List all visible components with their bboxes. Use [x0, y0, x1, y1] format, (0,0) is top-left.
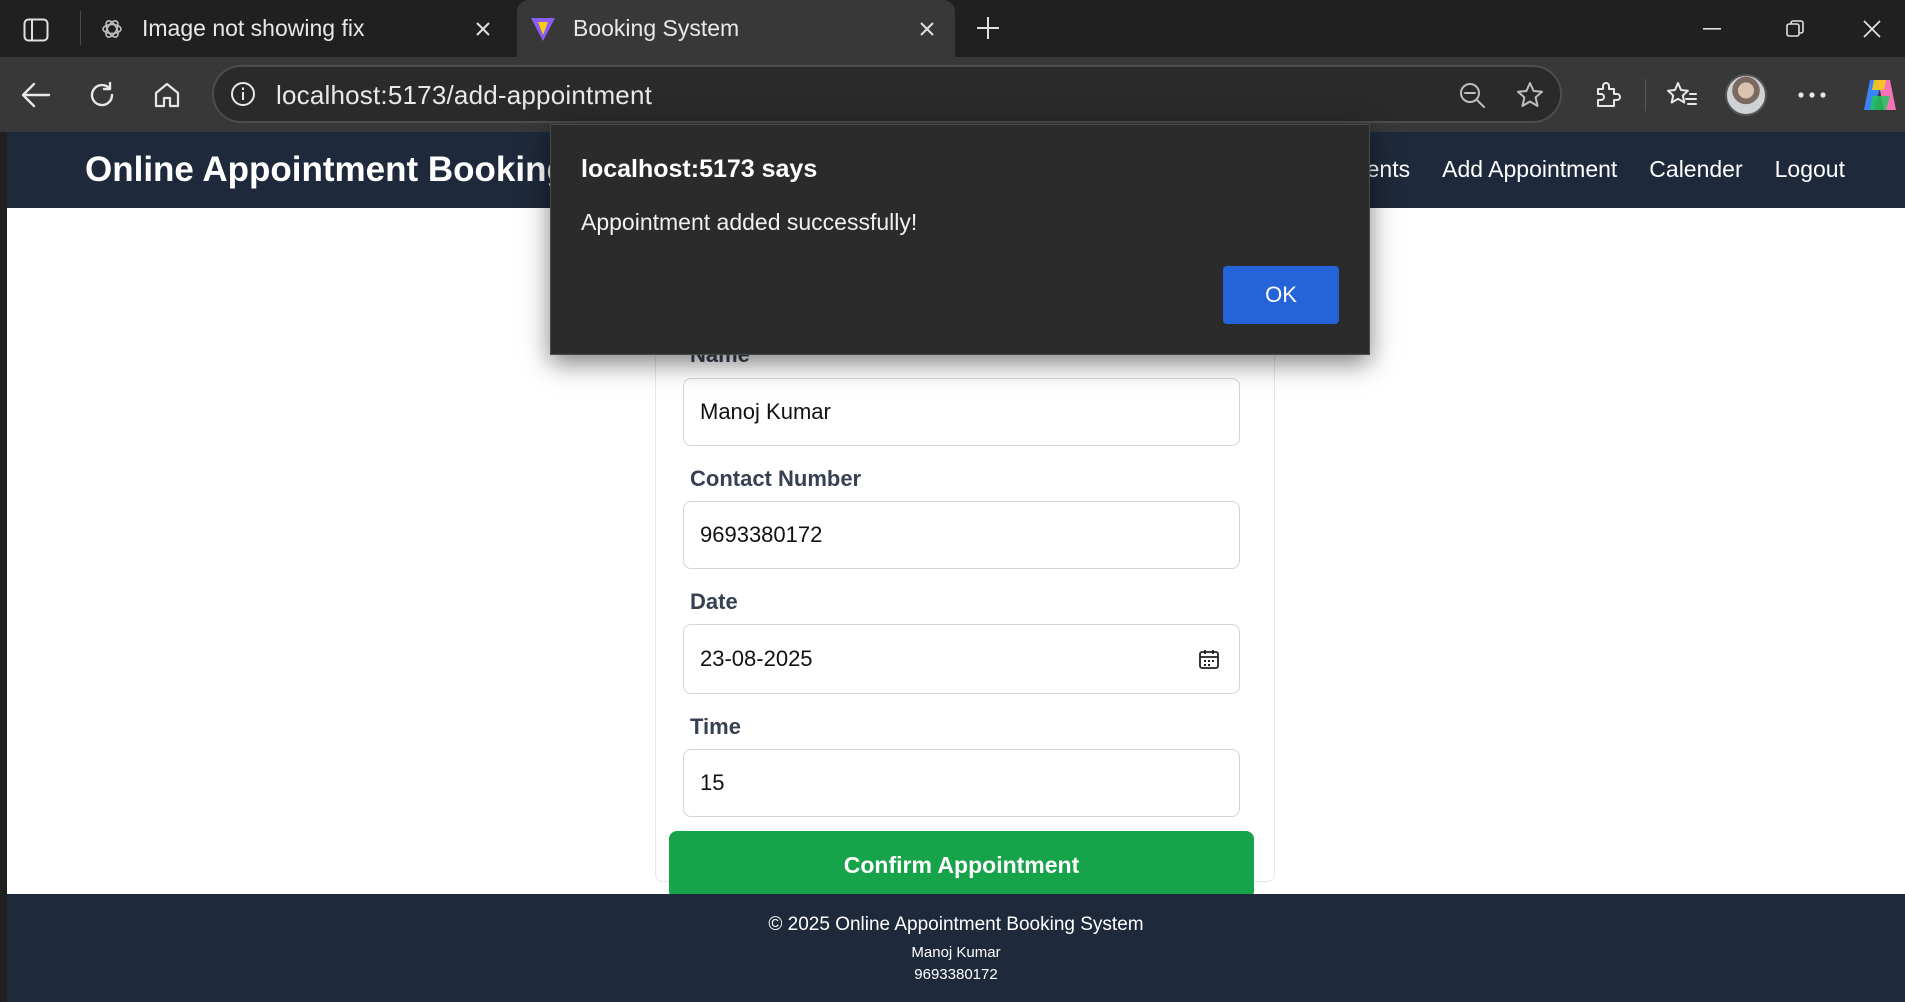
- restore-icon[interactable]: [1755, 0, 1835, 57]
- profile-avatar[interactable]: [1725, 74, 1767, 116]
- address-bar[interactable]: localhost:5173/add-appointment: [212, 65, 1562, 123]
- app-footer: © 2025 Online Appointment Booking System…: [7, 894, 1905, 1002]
- nav-link-logout[interactable]: Logout: [1775, 156, 1845, 183]
- dialog-title: localhost:5173 says: [581, 155, 818, 183]
- contact-number-value: 9693380172: [700, 522, 823, 547]
- browser-toolbar: localhost:5173/add-appointment: [0, 57, 1905, 132]
- calendar-icon[interactable]: [1197, 647, 1221, 671]
- close-tab-icon[interactable]: [463, 9, 503, 49]
- dialog-message: Appointment added successfully!: [581, 209, 918, 235]
- favorites-icon[interactable]: [1660, 73, 1704, 117]
- favorite-star-icon[interactable]: [1512, 77, 1548, 113]
- close-window-icon[interactable]: [1838, 0, 1905, 57]
- copilot-icon[interactable]: [1858, 73, 1902, 117]
- tab-booking-system[interactable]: Booking System: [517, 0, 955, 57]
- minimize-icon[interactable]: [1672, 0, 1752, 57]
- url-text: localhost:5173/add-appointment: [276, 80, 653, 110]
- tab-actions-icon[interactable]: [18, 12, 54, 48]
- dialog-ok-button[interactable]: OK: [1223, 266, 1339, 324]
- browser-tab-strip: Image not showing fix Booking System: [0, 0, 1905, 57]
- home-icon[interactable]: [145, 73, 189, 117]
- confirm-appointment-button[interactable]: Confirm Appointment: [669, 831, 1254, 899]
- date-label: Date: [690, 589, 738, 614]
- extensions-icon[interactable]: [1585, 73, 1629, 117]
- back-arrow-icon[interactable]: [14, 73, 58, 117]
- site-info-icon[interactable]: [228, 79, 258, 109]
- footer-copyright: © 2025 Online Appointment Booking System: [768, 914, 1144, 935]
- time-input[interactable]: 15: [683, 749, 1240, 817]
- time-label: Time: [690, 714, 741, 739]
- footer-phone: 9693380172: [914, 966, 998, 983]
- date-input-value: 23-08-2025: [700, 646, 813, 671]
- name-input[interactable]: Manoj Kumar: [683, 378, 1240, 446]
- close-tab-icon[interactable]: [907, 9, 947, 49]
- contact-number-input[interactable]: 9693380172: [683, 501, 1240, 569]
- date-input[interactable]: 23-08-2025: [683, 624, 1240, 694]
- tab-title: Booking System: [573, 15, 740, 41]
- zoom-out-icon[interactable]: [1454, 77, 1490, 113]
- tab-separator: [80, 11, 81, 45]
- contact-number-label: Contact Number: [690, 466, 862, 491]
- nav-link-calender[interactable]: Calender: [1649, 156, 1742, 183]
- name-input-value: Manoj Kumar: [700, 399, 831, 424]
- alert-dialog: localhost:5173 says Appointment added su…: [550, 124, 1370, 355]
- vite-icon: [529, 15, 557, 43]
- nav-link-add-appointment[interactable]: Add Appointment: [1442, 156, 1617, 183]
- more-options-icon[interactable]: [1790, 73, 1834, 117]
- time-input-value: 15: [700, 770, 725, 795]
- tab-image-not-showing-fix[interactable]: Image not showing fix: [86, 0, 511, 57]
- footer-name: Manoj Kumar: [911, 944, 1001, 961]
- refresh-icon[interactable]: [80, 73, 124, 117]
- toolbar-separator: [1645, 79, 1646, 111]
- chatgpt-icon: [98, 15, 126, 43]
- new-tab-icon[interactable]: [966, 6, 1010, 50]
- tab-title: Image not showing fix: [142, 15, 365, 41]
